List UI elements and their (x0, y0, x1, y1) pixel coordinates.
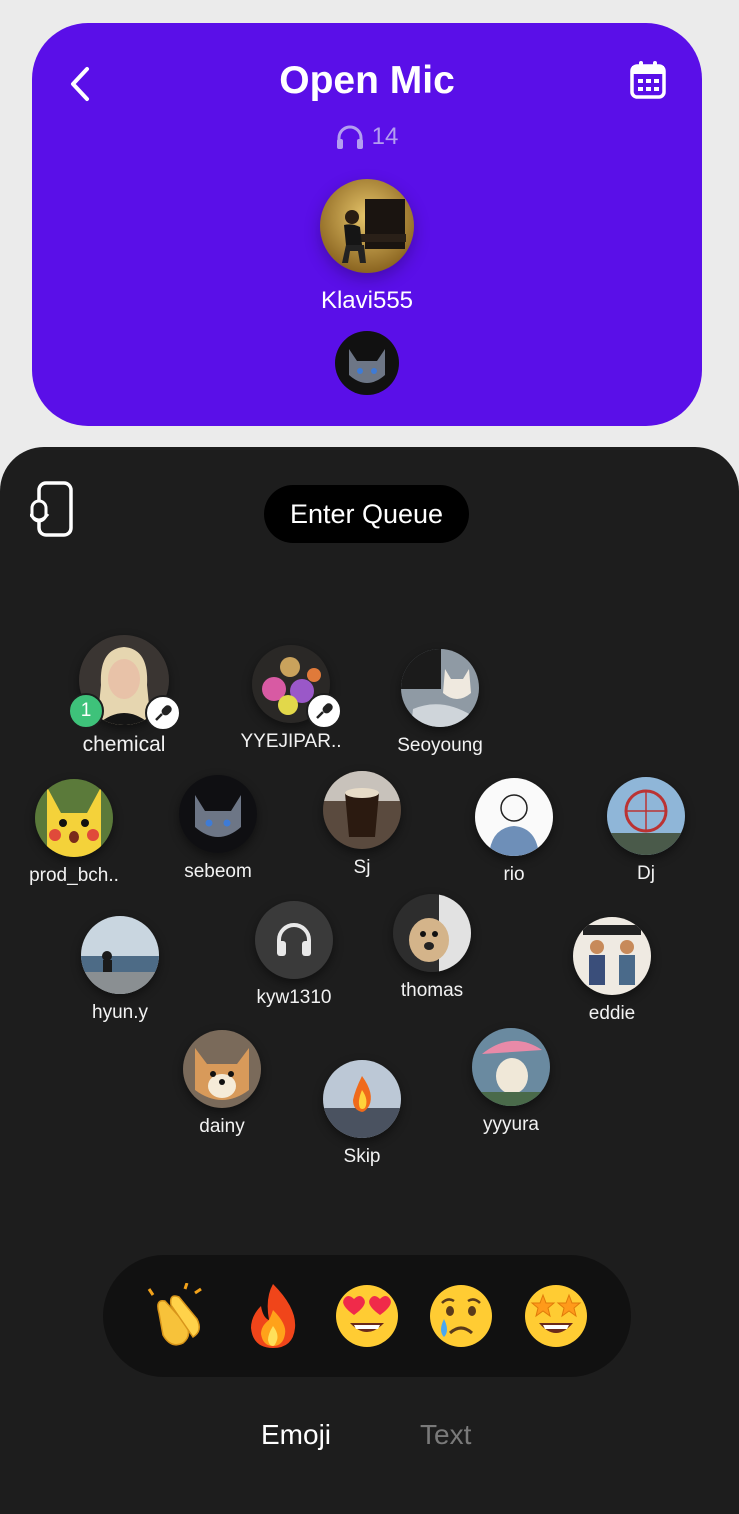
room-header-card: Open Mic 14 Klavi555 (32, 23, 702, 426)
user-skip[interactable]: Skip (312, 1060, 412, 1168)
avatar (255, 901, 333, 979)
user-name: chemical (82, 733, 166, 756)
room-title: Open Mic (279, 59, 455, 102)
calendar-button[interactable] (626, 57, 670, 103)
user-name: dainy (199, 1116, 245, 1137)
user-name: Skip (343, 1146, 381, 1167)
clap-reaction-button[interactable] (142, 1280, 214, 1352)
user-name: Sj (353, 857, 371, 878)
microphone-icon (145, 695, 181, 731)
user-name: eddie (588, 1003, 636, 1024)
user-sj[interactable]: Sj (312, 771, 412, 879)
user-name: Dj (637, 863, 655, 884)
user-chemical[interactable]: 1 chemical (68, 635, 181, 757)
user-name: hyun.y (92, 1002, 148, 1023)
avatar (81, 916, 159, 994)
headphones-icon (277, 923, 311, 956)
user-dj[interactable]: Dj (596, 777, 696, 885)
mic-phone-button[interactable] (28, 480, 74, 538)
user-dainy[interactable]: dainy (172, 1030, 272, 1138)
avatar: 1 (68, 635, 181, 731)
calendar-icon (630, 61, 666, 99)
user-kyw1310[interactable]: kyw1310 (244, 901, 344, 1009)
crying-face-icon (430, 1285, 493, 1347)
clapping-hands-icon (147, 1283, 203, 1346)
user-yyejipar[interactable]: YYEJIPAR.. (226, 645, 356, 753)
user-thomas[interactable]: thomas (382, 894, 482, 1002)
next-speaker-avatar[interactable] (335, 331, 399, 395)
avatar (35, 779, 113, 857)
avatar (573, 917, 651, 995)
user-sebeom[interactable]: sebeom (168, 775, 268, 883)
avatar (393, 894, 471, 972)
user-rio[interactable]: rio (464, 778, 564, 886)
avatar (323, 771, 401, 849)
fire-reaction-button[interactable] (237, 1280, 309, 1352)
user-yyyura[interactable]: yyyura (461, 1028, 561, 1136)
avatar (252, 645, 342, 729)
user-name: rio (503, 864, 525, 885)
user-seoyoung[interactable]: Seoyoung (386, 649, 494, 757)
host-name: Klavi555 (320, 287, 414, 314)
user-name: prod_bch.. (29, 865, 119, 886)
user-name: thomas (400, 980, 464, 1001)
star-struck-icon (524, 1285, 587, 1347)
avatar (401, 649, 479, 727)
host-avatar[interactable] (320, 179, 414, 273)
user-eddie[interactable]: eddie (562, 917, 662, 1025)
audience-panel: Enter Queue 1 chemical YYEJIPAR.. Seoyou… (0, 447, 739, 1514)
star-struck-reaction-button[interactable] (520, 1280, 592, 1352)
listener-count-value: 14 (371, 123, 399, 150)
user-name: yyyura (483, 1114, 539, 1135)
tab-emoji[interactable]: Emoji (261, 1419, 331, 1451)
user-prod-bch[interactable]: prod_bch.. (24, 779, 124, 887)
avatar (475, 778, 553, 856)
reaction-bar (103, 1255, 631, 1377)
avatar (179, 775, 257, 853)
fire-icon (250, 1284, 295, 1348)
crying-reaction-button[interactable] (425, 1280, 497, 1352)
headphones-icon (336, 125, 363, 149)
user-name: sebeom (184, 861, 252, 882)
listener-count: 14 (32, 123, 702, 151)
heart-eyes-icon (335, 1285, 398, 1347)
avatar (323, 1060, 401, 1138)
avatar (183, 1030, 261, 1108)
heart-eyes-reaction-button[interactable] (331, 1280, 403, 1352)
avatar (472, 1028, 550, 1106)
microphone-icon (306, 693, 342, 729)
queue-rank-badge: 1 (68, 693, 104, 729)
user-name: kyw1310 (256, 987, 332, 1008)
user-name: YYEJIPAR.. (240, 731, 342, 752)
user-hyun-y[interactable]: hyun.y (70, 916, 170, 1024)
user-name: Seoyoung (397, 735, 483, 756)
avatar (607, 777, 685, 855)
enter-queue-button[interactable]: Enter Queue (264, 485, 469, 543)
tab-text[interactable]: Text (420, 1419, 471, 1451)
phone-mic-icon (28, 481, 73, 537)
